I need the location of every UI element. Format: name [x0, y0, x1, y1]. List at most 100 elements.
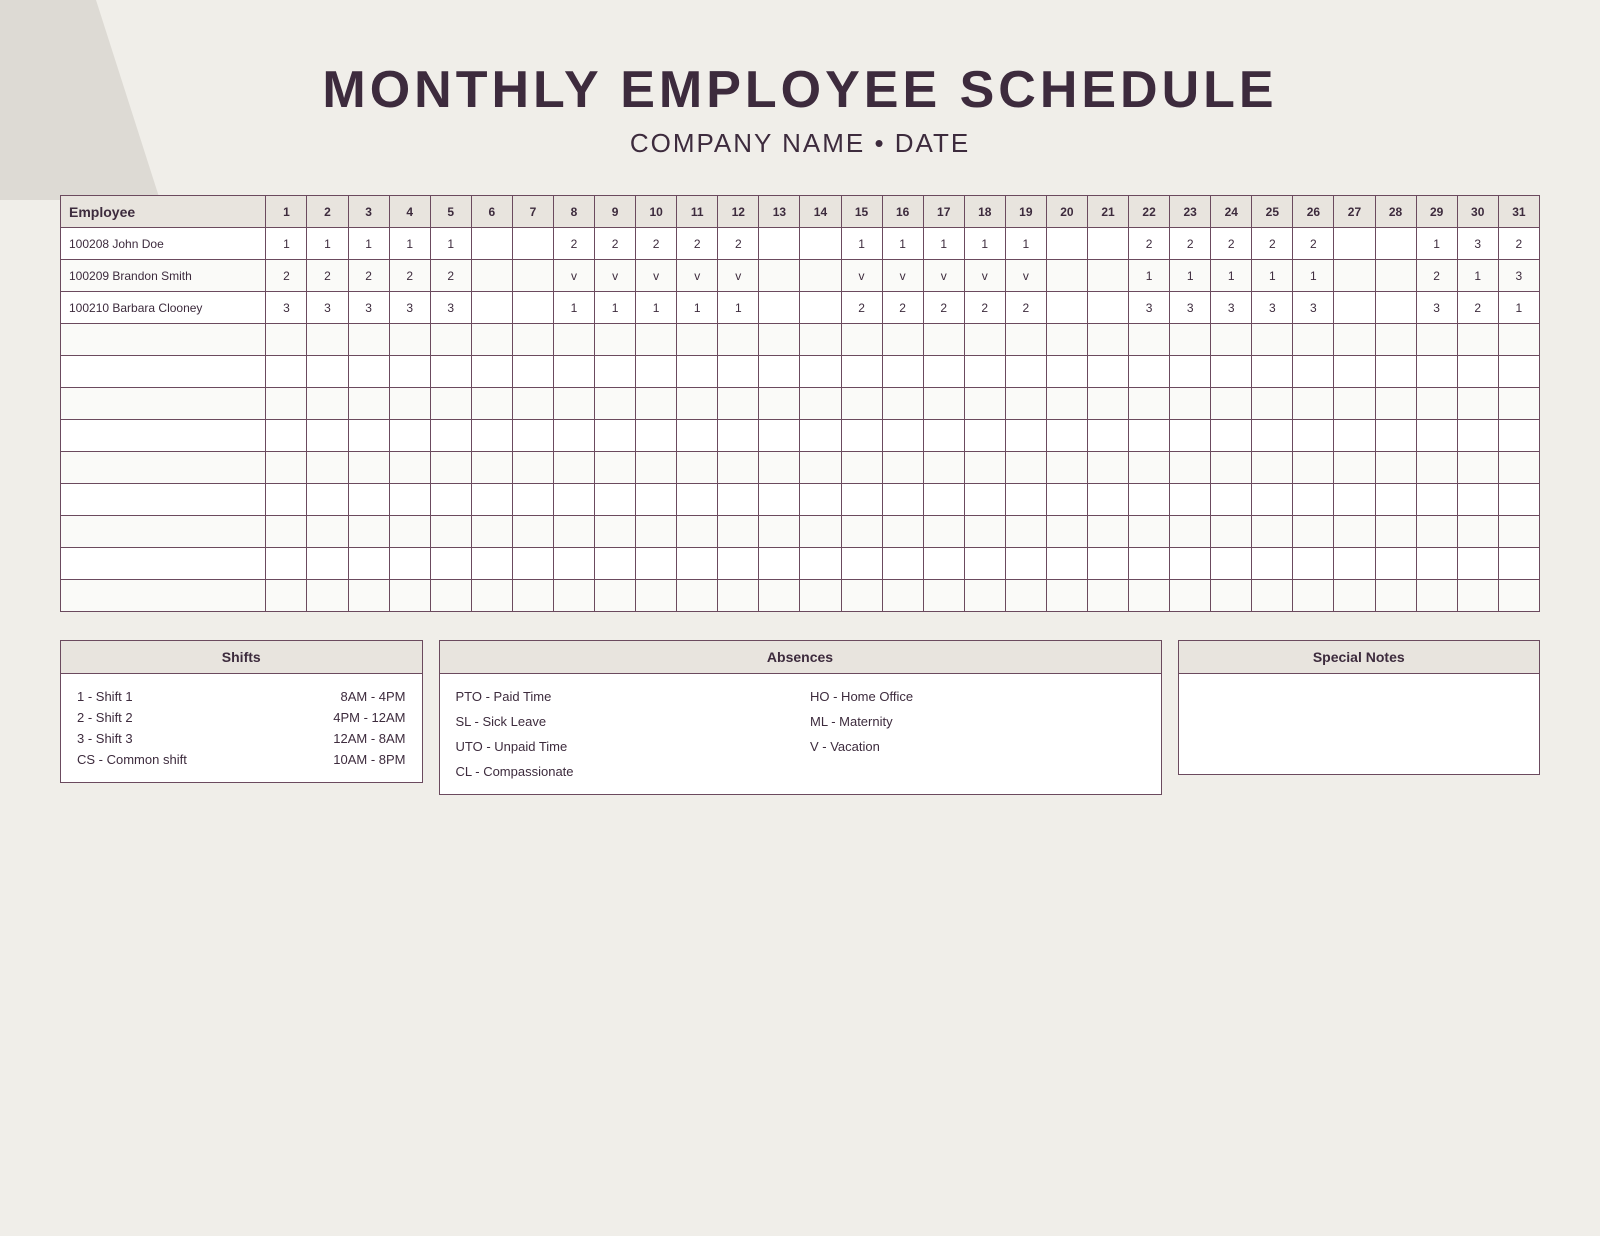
- absences-grid: PTO - Paid TimeHO - Home OfficeSL - Sick…: [456, 686, 1145, 782]
- table-row: [61, 516, 1540, 548]
- day-cell: v: [636, 260, 677, 292]
- col-header-day: 16: [882, 196, 923, 228]
- day-cell: [882, 580, 923, 612]
- day-cell: [553, 484, 594, 516]
- day-cell: [1129, 452, 1170, 484]
- absence-item: SL - Sick Leave: [456, 711, 791, 732]
- day-cell: [512, 260, 553, 292]
- day-cell: [1046, 356, 1087, 388]
- day-cell: 1: [964, 228, 1005, 260]
- day-cell: [1129, 484, 1170, 516]
- day-cell: [1252, 388, 1293, 420]
- day-cell: [348, 484, 389, 516]
- day-cell: [1046, 420, 1087, 452]
- day-cell: [389, 580, 430, 612]
- day-cell: 2: [882, 292, 923, 324]
- col-header-day: 30: [1457, 196, 1498, 228]
- page-subtitle: COMPANY NAME • DATE: [630, 128, 970, 159]
- day-cell: [1375, 388, 1416, 420]
- day-cell: [1498, 388, 1539, 420]
- shift-label: CS - Common shift: [77, 752, 187, 767]
- day-cell: [1252, 548, 1293, 580]
- day-cell: [1005, 388, 1046, 420]
- col-header-day: 20: [1046, 196, 1087, 228]
- day-cell: [595, 484, 636, 516]
- day-cell: [1293, 548, 1334, 580]
- day-cell: [595, 452, 636, 484]
- day-cell: v: [1005, 260, 1046, 292]
- day-cell: [307, 452, 348, 484]
- schedule-table: Employee12345678910111213141516171819202…: [60, 195, 1540, 612]
- day-cell: [1416, 324, 1457, 356]
- table-row: [61, 580, 1540, 612]
- col-header-employee: Employee: [61, 196, 266, 228]
- table-row: 100209 Brandon Smith22222vvvvvvvvvv11111…: [61, 260, 1540, 292]
- day-cell: 1: [1252, 260, 1293, 292]
- day-cell: 2: [1170, 228, 1211, 260]
- day-cell: [841, 580, 882, 612]
- day-cell: [1252, 484, 1293, 516]
- day-cell: 2: [1498, 228, 1539, 260]
- day-cell: [348, 388, 389, 420]
- day-cell: [1293, 452, 1334, 484]
- day-cell: [841, 548, 882, 580]
- day-cell: [1170, 356, 1211, 388]
- employee-name-cell: [61, 356, 266, 388]
- day-cell: [307, 484, 348, 516]
- day-cell: [636, 420, 677, 452]
- day-cell: [430, 356, 471, 388]
- day-cell: [389, 484, 430, 516]
- day-cell: [1498, 356, 1539, 388]
- day-cell: [964, 356, 1005, 388]
- day-cell: [389, 420, 430, 452]
- day-cell: [677, 580, 718, 612]
- day-cell: [430, 484, 471, 516]
- col-header-day: 24: [1211, 196, 1252, 228]
- day-cell: [841, 324, 882, 356]
- absence-item: V - Vacation: [810, 736, 1145, 757]
- table-row: [61, 484, 1540, 516]
- day-cell: [923, 420, 964, 452]
- shifts-content: 1 - Shift 18AM - 4PM2 - Shift 24PM - 12A…: [61, 674, 422, 782]
- day-cell: [800, 356, 841, 388]
- day-cell: [759, 548, 800, 580]
- day-cell: [882, 324, 923, 356]
- day-cell: [759, 260, 800, 292]
- day-cell: [1375, 548, 1416, 580]
- col-header-day: 13: [759, 196, 800, 228]
- day-cell: [800, 292, 841, 324]
- day-cell: [1252, 324, 1293, 356]
- day-cell: [266, 388, 307, 420]
- day-cell: [1129, 324, 1170, 356]
- day-cell: [759, 452, 800, 484]
- day-cell: [471, 548, 512, 580]
- day-cell: [471, 580, 512, 612]
- day-cell: [595, 580, 636, 612]
- day-cell: [1498, 420, 1539, 452]
- day-cell: [1129, 580, 1170, 612]
- shifts-box: Shifts 1 - Shift 18AM - 4PM2 - Shift 24P…: [60, 640, 423, 783]
- day-cell: v: [841, 260, 882, 292]
- table-row: [61, 548, 1540, 580]
- day-cell: [636, 548, 677, 580]
- day-cell: [1170, 324, 1211, 356]
- absences-box: Absences PTO - Paid TimeHO - Home Office…: [439, 640, 1162, 795]
- day-cell: [800, 420, 841, 452]
- day-cell: [841, 356, 882, 388]
- day-cell: [923, 580, 964, 612]
- day-cell: 3: [266, 292, 307, 324]
- day-cell: [759, 580, 800, 612]
- day-cell: [882, 420, 923, 452]
- day-cell: [1375, 580, 1416, 612]
- day-cell: 3: [1293, 292, 1334, 324]
- day-cell: [1457, 420, 1498, 452]
- day-cell: [841, 452, 882, 484]
- day-cell: [430, 580, 471, 612]
- day-cell: [1087, 292, 1128, 324]
- day-cell: [759, 420, 800, 452]
- day-cell: 1: [389, 228, 430, 260]
- day-cell: [636, 324, 677, 356]
- day-cell: [595, 356, 636, 388]
- day-cell: [553, 452, 594, 484]
- day-cell: v: [882, 260, 923, 292]
